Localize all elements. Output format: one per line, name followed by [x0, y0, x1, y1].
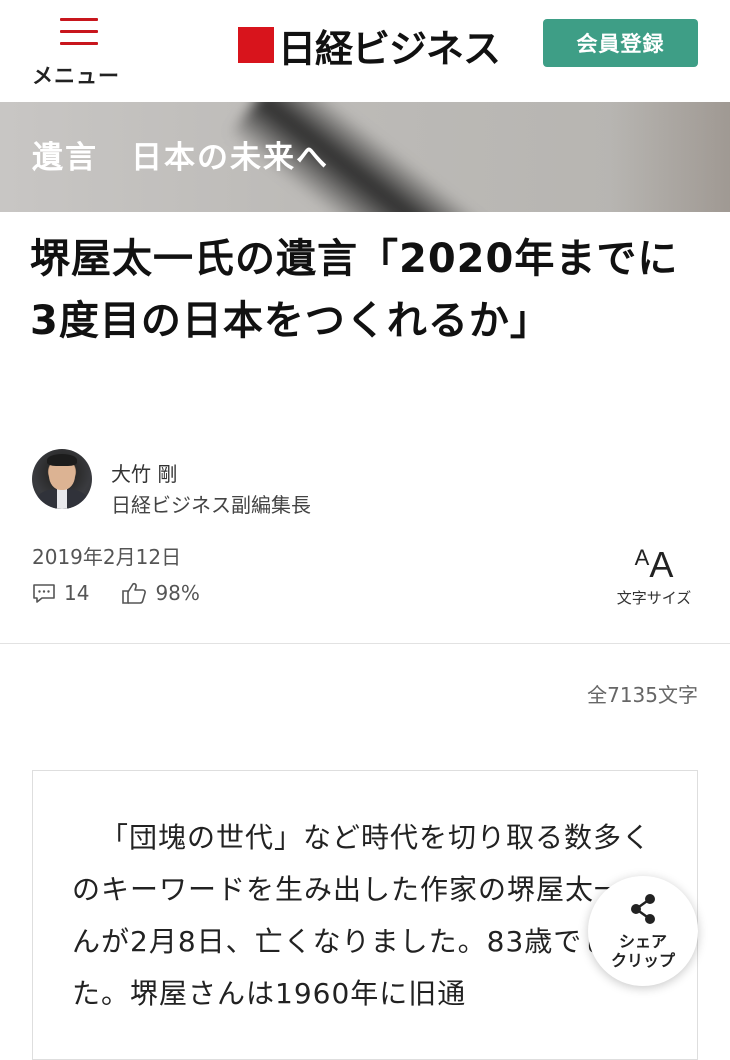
site-header: メニュー 日経ビジネス 会員登録 — [0, 0, 730, 102]
font-size-button[interactable]: AA 文字サイズ — [606, 538, 702, 608]
font-size-label: 文字サイズ — [616, 589, 692, 607]
article-body: 「団塊の世代」など時代を切り取る数多くのキーワードを生み出した作家の堺屋太一さん… — [72, 812, 662, 1020]
like-button[interactable]: 98% — [121, 581, 200, 605]
menu-button[interactable]: メニュー — [30, 12, 130, 92]
author-name[interactable]: 大竹 剛 — [111, 458, 177, 487]
share-clip-button[interactable]: シェア クリップ — [588, 876, 698, 986]
hamburger-icon — [60, 16, 98, 46]
share-clip-label: シェア クリップ — [610, 932, 675, 970]
author-avatar[interactable] — [32, 449, 92, 509]
logo-text: 日経ビジネス — [278, 25, 501, 71]
publish-date: 2019年2月12日 — [32, 545, 182, 569]
article-title: 堺屋太一氏の遺言「2020年までに3度目の日本をつくれるか」 — [30, 236, 679, 344]
share-icon — [631, 894, 655, 924]
site-logo[interactable]: 日経ビジネス — [238, 22, 501, 71]
menu-label: メニュー — [32, 64, 120, 88]
comments-link[interactable]: 14 — [32, 581, 89, 605]
register-button[interactable]: 会員登録 — [543, 19, 698, 67]
divider — [0, 643, 730, 644]
author-role: 日経ビジネス副編集長 — [111, 493, 311, 517]
body-paragraph: 「団塊の世代」など時代を切り取る数多くのキーワードを生み出した作家の堺屋太一さん… — [72, 821, 653, 1010]
like-percent: 98% — [155, 581, 200, 605]
banner-shade — [610, 102, 730, 212]
logo-mark — [238, 27, 274, 63]
comment-icon — [33, 584, 55, 603]
article-stats: 14 98% — [32, 580, 232, 606]
series-banner[interactable]: 遺言 日本の未来へ — [0, 102, 730, 212]
font-size-icon: AA — [634, 544, 674, 585]
char-count: 全7135文字 — [587, 683, 698, 707]
thumbs-up-icon — [122, 582, 147, 604]
series-title[interactable]: 遺言 日本の未来へ — [32, 132, 329, 177]
comment-count: 14 — [64, 581, 90, 605]
